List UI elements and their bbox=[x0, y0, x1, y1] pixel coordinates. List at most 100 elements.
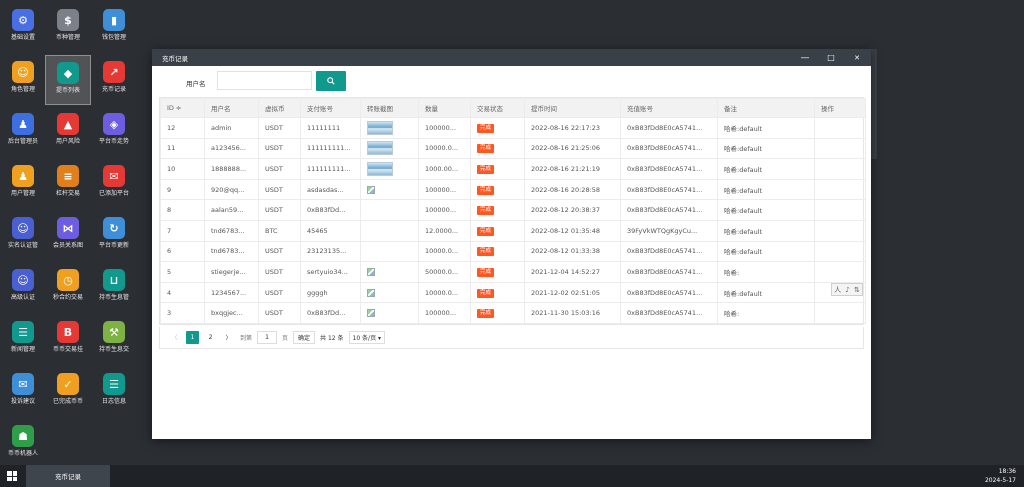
actions-cell[interactable] bbox=[814, 302, 866, 324]
screenshot-cell bbox=[360, 137, 419, 160]
username-input[interactable] bbox=[217, 71, 312, 90]
desktop-icon-stack[interactable]: ≡ 杠杆交易 bbox=[45, 159, 91, 209]
cell-user: 1888888... bbox=[204, 158, 259, 180]
desktop-icon-label: 会员关系图 bbox=[52, 242, 83, 249]
next-page-button[interactable]: 〉 bbox=[222, 331, 235, 344]
table-row[interactable]: 5 stiegerje... USDT sertyuio34... 50000.0...… bbox=[160, 261, 866, 283]
cell-time: 2022-08-12 20:38:37 bbox=[524, 199, 621, 221]
maximize-icon[interactable]: □ bbox=[820, 49, 842, 66]
user-tool-icon[interactable]: 人 bbox=[834, 285, 841, 295]
screenshot-thumbnail[interactable] bbox=[367, 141, 393, 156]
desktop-icon-stopwatch[interactable]: ◷ 秒合约交易 bbox=[45, 263, 91, 313]
desktop-icon-layers[interactable]: ◈ 平台币走势 bbox=[91, 107, 137, 157]
actions-cell[interactable] bbox=[814, 158, 866, 180]
page-2-button[interactable]: 2 bbox=[204, 331, 217, 344]
cell-id: 12 bbox=[160, 117, 205, 139]
desktop-icon-coin-list[interactable]: ◆ 提币列表 bbox=[45, 55, 91, 105]
cell-user: 920@qq... bbox=[204, 178, 259, 201]
page-1-button[interactable]: 1 bbox=[186, 331, 199, 344]
table-row[interactable]: 4 1234567... USDT ggggh 10000.0... 完成 2021-12-… bbox=[160, 281, 866, 304]
desktop-icon-advanced-verify[interactable]: ☺ 高级认证 bbox=[0, 263, 46, 313]
cell-coin: USDT bbox=[258, 178, 301, 201]
table-row[interactable]: 9 920@qq... USDT asdasdas... 100000... 完成 2022… bbox=[160, 178, 866, 201]
cell-coin: USDT bbox=[258, 240, 301, 263]
screenshot-cell bbox=[360, 117, 419, 139]
desktop-icon-role[interactable]: ☺ 角色管理 bbox=[0, 55, 46, 105]
desktop-icon-gear[interactable]: ⚙ 基础设置 bbox=[0, 3, 46, 53]
desktop-icon-label: 角色管理 bbox=[10, 86, 35, 93]
desktop-icon-share[interactable]: ⋈ 会员关系图 bbox=[45, 211, 91, 261]
desktop-icon-label: 基础设置 bbox=[10, 34, 35, 41]
row-toolbar: 人 ♪ ⇅ bbox=[831, 283, 863, 296]
screenshot-thumbnail[interactable] bbox=[367, 161, 393, 176]
actions-cell[interactable] bbox=[814, 219, 866, 242]
search-button[interactable] bbox=[316, 71, 346, 91]
cell-note: 哈希:default bbox=[717, 117, 815, 139]
per-page-select[interactable]: 10 条/页 ▾ bbox=[348, 331, 385, 344]
actions-cell[interactable] bbox=[814, 137, 866, 160]
goto-page-input[interactable]: 1 bbox=[257, 331, 278, 344]
table-row[interactable]: 3 bxqgjec... USDT 0xB83fDd... 100000... 完成 202… bbox=[160, 302, 866, 324]
desktop-icon-alarm[interactable]: ▲ 用户风险 bbox=[45, 107, 91, 157]
cell-qty: 10000.0... bbox=[418, 137, 471, 160]
actions-cell[interactable] bbox=[814, 117, 866, 139]
cell-acct: 0xB83fDd8E0cA5741... bbox=[620, 137, 718, 160]
sort-tool-icon[interactable]: ⇅ bbox=[854, 286, 860, 294]
desktop-icon-platform[interactable]: ✉ 已添加平台 bbox=[91, 159, 137, 209]
desktop-icon-cloud-refresh[interactable]: ↻ 平台币更新 bbox=[91, 211, 137, 261]
desktop-icon-admin[interactable]: ♟ 后台管理员 bbox=[0, 107, 46, 157]
broken-image-icon[interactable] bbox=[367, 185, 375, 194]
cell-coin: USDT bbox=[258, 158, 301, 180]
desktop-icon-unlock[interactable]: ⊔ 持币生息管 bbox=[91, 263, 137, 313]
actions-cell[interactable] bbox=[814, 178, 866, 201]
broken-image-icon[interactable] bbox=[367, 309, 375, 318]
broken-image-icon[interactable] bbox=[367, 288, 375, 297]
cell-note: 哈希: bbox=[717, 302, 815, 324]
desktop-icon-news[interactable]: ☰ 新闻管理 bbox=[0, 315, 46, 365]
desktop-icon-log[interactable]: ☰ 日志信息 bbox=[91, 367, 137, 417]
status-cell: 完成 bbox=[470, 137, 525, 160]
search-bar: 用户名 bbox=[152, 66, 871, 98]
taskbar-item-deposit-record[interactable]: 充币记录 bbox=[26, 465, 110, 487]
close-icon[interactable]: ✕ bbox=[846, 49, 868, 66]
desktop-icon-feedback[interactable]: ✉ 投诉建议 bbox=[0, 367, 46, 417]
table-row[interactable]: 11 a123456... USDT 111111111... 10000.0... 完成… bbox=[160, 137, 866, 160]
desktop-icon-check[interactable]: ✓ 已完成币币 bbox=[45, 367, 91, 417]
clock-date: 2024-5-17 bbox=[984, 477, 1016, 484]
table-row[interactable]: 6 tnd6783... USDT 23123135... 10000.0... 完成 20… bbox=[160, 240, 866, 263]
cell-time: 2021-11-30 15:03:16 bbox=[524, 302, 621, 324]
window-titlebar[interactable]: 充币记录 — □ ✕ bbox=[152, 49, 871, 66]
desktop-icon-wallet[interactable]: ▮ 钱包管理 bbox=[91, 3, 137, 53]
status-badge: 完成 bbox=[477, 267, 495, 277]
desktop-icon-verify[interactable]: ☺ 实名认证管 bbox=[0, 211, 46, 261]
desktop-icon-dollar[interactable]: $ 币种管理 bbox=[45, 3, 91, 53]
column-header: 交易状态 bbox=[470, 98, 525, 118]
alarm-icon: ▲ bbox=[57, 113, 79, 135]
table-row[interactable]: 7 tnd6783... BTC 45465 12.0000... 完成 2022-08-1… bbox=[160, 219, 866, 242]
desktop-icon-hammer[interactable]: ⚒ 持币生息交 bbox=[91, 315, 137, 365]
music-tool-icon[interactable]: ♪ bbox=[845, 286, 849, 294]
table-row[interactable]: 8 aalan59... USDT 0xB83fDd... 100000... 完成 202… bbox=[160, 199, 866, 221]
desktop-icon-user[interactable]: ♟ 用户管理 bbox=[0, 159, 46, 209]
prev-page-button[interactable]: 〈 bbox=[168, 331, 181, 344]
desktop-icon-label: 杠杆交易 bbox=[55, 190, 80, 197]
column-header[interactable]: ID ≑ bbox=[160, 98, 205, 118]
windows-start-icon[interactable] bbox=[7, 471, 17, 481]
desktop-icon-deposit-record[interactable]: ↗ 充币记录 bbox=[91, 55, 137, 105]
unlock-icon: ⊔ bbox=[103, 269, 125, 291]
actions-cell[interactable] bbox=[814, 261, 866, 283]
table-row[interactable]: 10 1888888... USDT 111111111... 1000.00... 完成… bbox=[160, 158, 866, 180]
desktop-icon-trade[interactable]: B 币币交易挂 bbox=[45, 315, 91, 365]
minimize-icon[interactable]: — bbox=[794, 49, 816, 66]
actions-cell[interactable] bbox=[814, 199, 866, 221]
actions-cell[interactable] bbox=[814, 240, 866, 263]
broken-image-icon[interactable] bbox=[367, 267, 375, 276]
cell-qty: 100000... bbox=[418, 178, 471, 201]
table-row[interactable]: 12 admin USDT 11111111 100000... 完成 2022-08-16… bbox=[160, 117, 866, 139]
column-header: 充值账号 bbox=[620, 98, 718, 118]
screenshot-thumbnail[interactable] bbox=[367, 120, 393, 135]
goto-confirm-button[interactable]: 确定 bbox=[293, 331, 316, 344]
cell-coin: USDT bbox=[258, 302, 301, 324]
desktop-icon-robot[interactable]: ☗ 币币机器人 bbox=[0, 419, 46, 469]
status-badge: 完成 bbox=[477, 185, 495, 195]
